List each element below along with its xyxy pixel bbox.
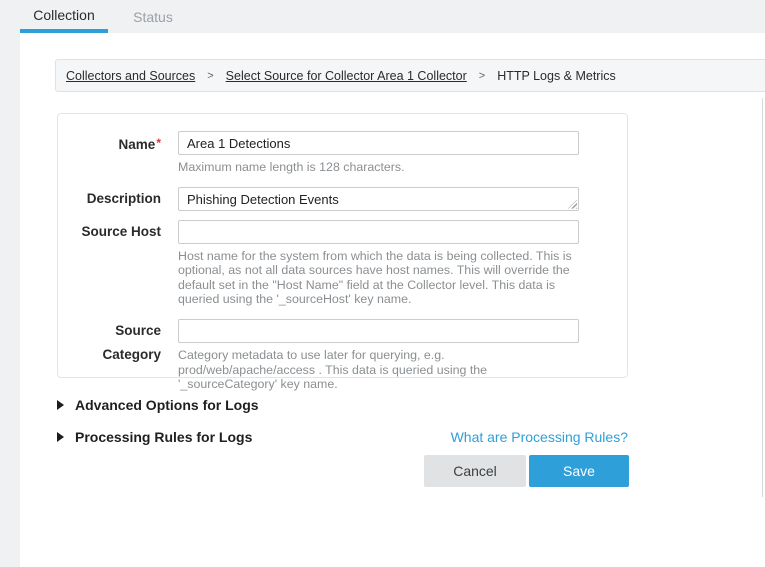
processing-rules-label: Processing Rules for Logs (75, 429, 252, 445)
source-category-input-cell: Category metadata to use later for query… (178, 319, 579, 392)
required-asterisk: * (156, 136, 161, 150)
advanced-options-label: Advanced Options for Logs (75, 397, 259, 413)
content-panel: Collectors and Sources > Select Source f… (20, 33, 765, 567)
name-label: Name* (58, 131, 161, 175)
breadcrumb: Collectors and Sources > Select Source f… (55, 59, 765, 92)
field-row-name: Name* Maximum name length is 128 charact… (58, 131, 627, 175)
description-input-cell: Phishing Detection Events (178, 187, 579, 211)
tab-collection[interactable]: Collection (20, 0, 108, 33)
breadcrumb-current-page: HTTP Logs & Metrics (497, 69, 616, 83)
name-input[interactable] (178, 131, 579, 155)
field-row-source-category: Source Category Category metadata to use… (58, 319, 627, 392)
source-category-helper-text: Category metadata to use later for query… (178, 348, 579, 392)
name-input-cell: Maximum name length is 128 characters. (178, 131, 579, 175)
scrollbar-track (762, 98, 763, 497)
section-advanced-options: Advanced Options for Logs (57, 397, 628, 413)
description-label: Description (58, 187, 161, 211)
breadcrumb-select-source[interactable]: Select Source for Collector Area 1 Colle… (226, 69, 467, 83)
name-label-text: Name (119, 137, 156, 152)
section-processing-rules: Processing Rules for Logs What are Proce… (57, 429, 628, 445)
description-textarea[interactable]: Phishing Detection Events (178, 187, 579, 211)
breadcrumb-separator: > (479, 70, 485, 82)
caret-right-icon (57, 432, 64, 442)
what-are-processing-rules-link[interactable]: What are Processing Rules? (451, 429, 628, 445)
field-row-description: Description Phishing Detection Events (58, 187, 627, 211)
source-host-input[interactable] (178, 220, 579, 244)
tab-status[interactable]: Status (118, 0, 188, 33)
form-actions: Cancel Save (57, 455, 629, 487)
caret-right-icon (57, 400, 64, 410)
cancel-button[interactable]: Cancel (424, 455, 526, 487)
source-host-label: Source Host (58, 220, 161, 307)
save-button[interactable]: Save (529, 455, 629, 487)
processing-rules-expander[interactable]: Processing Rules for Logs (57, 429, 252, 445)
advanced-options-expander[interactable]: Advanced Options for Logs (57, 397, 259, 413)
name-helper-text: Maximum name length is 128 characters. (178, 160, 579, 175)
source-config-card: Name* Maximum name length is 128 charact… (57, 113, 628, 378)
source-host-input-cell: Host name for the system from which the … (178, 220, 579, 307)
source-host-helper-text: Host name for the system from which the … (178, 249, 579, 307)
breadcrumb-collectors-and-sources[interactable]: Collectors and Sources (66, 69, 195, 83)
source-category-label: Source Category (58, 319, 161, 392)
source-category-input[interactable] (178, 319, 579, 343)
field-row-source-host: Source Host Host name for the system fro… (58, 220, 627, 307)
breadcrumb-separator: > (207, 70, 213, 82)
